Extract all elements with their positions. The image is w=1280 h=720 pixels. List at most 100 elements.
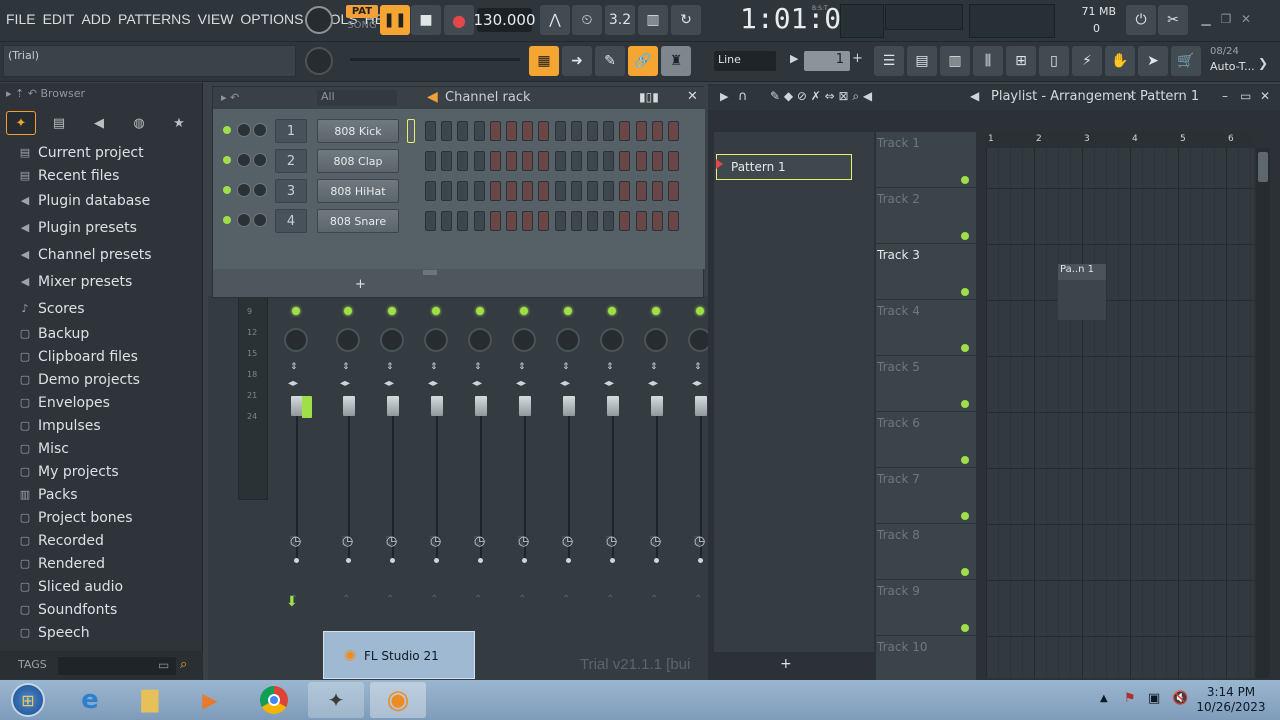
step-button[interactable] [441, 151, 453, 171]
mixer-fader[interactable] [651, 396, 663, 416]
step-button[interactable] [651, 151, 663, 171]
track-mute-led[interactable] [961, 456, 969, 464]
step-button[interactable] [425, 121, 436, 141]
mixer-enable-led[interactable] [388, 307, 396, 315]
step-button[interactable] [619, 181, 631, 201]
browser-button[interactable]: ⊞ [1006, 46, 1036, 76]
step-button[interactable] [506, 181, 517, 201]
taskbar-paint[interactable]: ✦ [308, 682, 364, 718]
step-button[interactable] [603, 181, 615, 201]
browser-item[interactable]: ▢ Sliced audio [18, 577, 123, 597]
step-button[interactable] [538, 211, 550, 231]
taskbar-clock[interactable]: 3:14 PM 10/26/2023 [1196, 685, 1266, 715]
close-icon[interactable]: ✕ [1260, 89, 1270, 103]
taskbar-chrome[interactable] [246, 682, 302, 718]
clock-icon[interactable]: ◷ [694, 534, 705, 549]
menu-add[interactable]: ADD [81, 11, 111, 27]
clock-icon[interactable]: ◷ [562, 534, 573, 549]
step-button[interactable] [554, 211, 566, 231]
track-mute-led[interactable] [961, 568, 969, 576]
route-dot[interactable] [654, 558, 659, 563]
minimize-icon[interactable]: – [1222, 89, 1228, 103]
step-button[interactable] [587, 181, 598, 201]
mixer-fader[interactable] [563, 396, 575, 416]
stereo-icon[interactable]: ⇕ [474, 362, 482, 372]
channel-number[interactable]: 2 [275, 149, 307, 173]
mixer-pan-knob[interactable] [336, 328, 360, 352]
menu-view[interactable]: VIEW [198, 11, 234, 27]
start-button[interactable]: ⊞ [0, 682, 56, 718]
mixer-enable-led[interactable] [564, 307, 572, 315]
step-button[interactable] [489, 151, 501, 171]
add-pattern-button[interactable]: + [780, 656, 792, 672]
step-button[interactable] [554, 151, 566, 171]
browser-item[interactable]: ▤ Recent files [18, 166, 120, 186]
track-mute-led[interactable] [961, 232, 969, 240]
channel-number[interactable]: 4 [275, 209, 307, 233]
clock-icon[interactable]: ◷ [342, 534, 353, 549]
step-button[interactable] [570, 151, 582, 171]
folder-icon[interactable]: ▭ [158, 658, 169, 672]
playlist-menu-icon[interactable]: ▶ [720, 90, 728, 103]
tab-plugins[interactable]: ◀ [84, 111, 114, 135]
mixer-fader[interactable] [519, 396, 531, 416]
step-button[interactable] [554, 181, 566, 201]
browser-item[interactable]: ◀ Channel presets [18, 245, 152, 265]
clock-icon[interactable]: ◷ [430, 534, 441, 549]
step-button[interactable] [522, 151, 534, 171]
browser-item[interactable]: ▢ Misc [18, 439, 69, 459]
mixer-fader[interactable] [475, 396, 487, 416]
track-header[interactable]: Track 6 [876, 412, 976, 468]
step-button[interactable] [603, 151, 615, 171]
record-button[interactable]: ● [444, 5, 474, 35]
scroll-thumb[interactable] [1258, 152, 1268, 182]
mixer-pan-knob[interactable] [284, 328, 308, 352]
stereo-icon[interactable]: ⇕ [430, 362, 438, 372]
step-button[interactable] [587, 151, 598, 171]
stop-button[interactable]: ■ [411, 5, 441, 35]
pitch-slider[interactable] [350, 58, 520, 61]
step-button[interactable] [473, 181, 485, 201]
shop-button[interactable]: 🛒 [1171, 46, 1201, 76]
mixer-pan-knob[interactable] [644, 328, 668, 352]
tab-world[interactable]: ◍ [124, 111, 154, 135]
step-button[interactable] [668, 121, 679, 141]
stamp-button[interactable]: ♜ [661, 46, 691, 76]
restore-icon[interactable]: ❐ [1218, 12, 1234, 28]
browser-item[interactable]: ▢ Speech [18, 623, 90, 643]
step-button[interactable] [570, 121, 582, 141]
stereo-icon[interactable]: ⇕ [562, 362, 570, 372]
step-button[interactable] [457, 151, 469, 171]
send-icon[interactable]: ⌃ [430, 594, 438, 605]
track-mute-led[interactable] [961, 344, 969, 352]
step-button[interactable] [554, 121, 566, 141]
step-button[interactable] [668, 181, 679, 201]
step-button[interactable] [457, 121, 469, 141]
timeline-ruler[interactable]: 1 2 3 4 5 6 [986, 132, 1254, 148]
add-pattern-icon[interactable]: + [852, 51, 863, 66]
plugin-button[interactable]: ⚡ [1072, 46, 1102, 76]
channel-name-button[interactable]: 808 HiHat [317, 179, 399, 203]
browser-item[interactable]: ▢ Project bones [18, 508, 133, 528]
channel-mute-led[interactable] [223, 216, 231, 224]
tray-up-icon[interactable]: ▲ [1100, 693, 1108, 704]
mixer-pan-knob[interactable] [380, 328, 404, 352]
channel-filter[interactable]: All [317, 90, 397, 106]
step-button[interactable] [619, 211, 631, 231]
browser-item[interactable]: ◀ Mixer presets [18, 272, 133, 292]
playlist-button[interactable]: ☰ [874, 46, 904, 76]
browser-item[interactable]: ▥ Packs [18, 485, 78, 505]
track-header[interactable]: Track 9 [876, 580, 976, 636]
browser-item[interactable]: ◀ Plugin database [18, 191, 150, 211]
channel-name-button[interactable]: 808 Kick [317, 119, 399, 143]
send-icon[interactable]: ⌃ [474, 594, 482, 605]
route-dot[interactable] [346, 558, 351, 563]
tab-favorites[interactable]: ★ [164, 111, 194, 135]
browser-item[interactable]: ▢ My projects [18, 462, 119, 482]
step-button[interactable] [522, 211, 534, 231]
track-header[interactable]: Track 5 [876, 356, 976, 412]
step-button[interactable] [473, 211, 485, 231]
step-button[interactable] [570, 181, 582, 201]
step-button[interactable] [425, 181, 436, 201]
mixer-fader[interactable] [343, 396, 355, 416]
